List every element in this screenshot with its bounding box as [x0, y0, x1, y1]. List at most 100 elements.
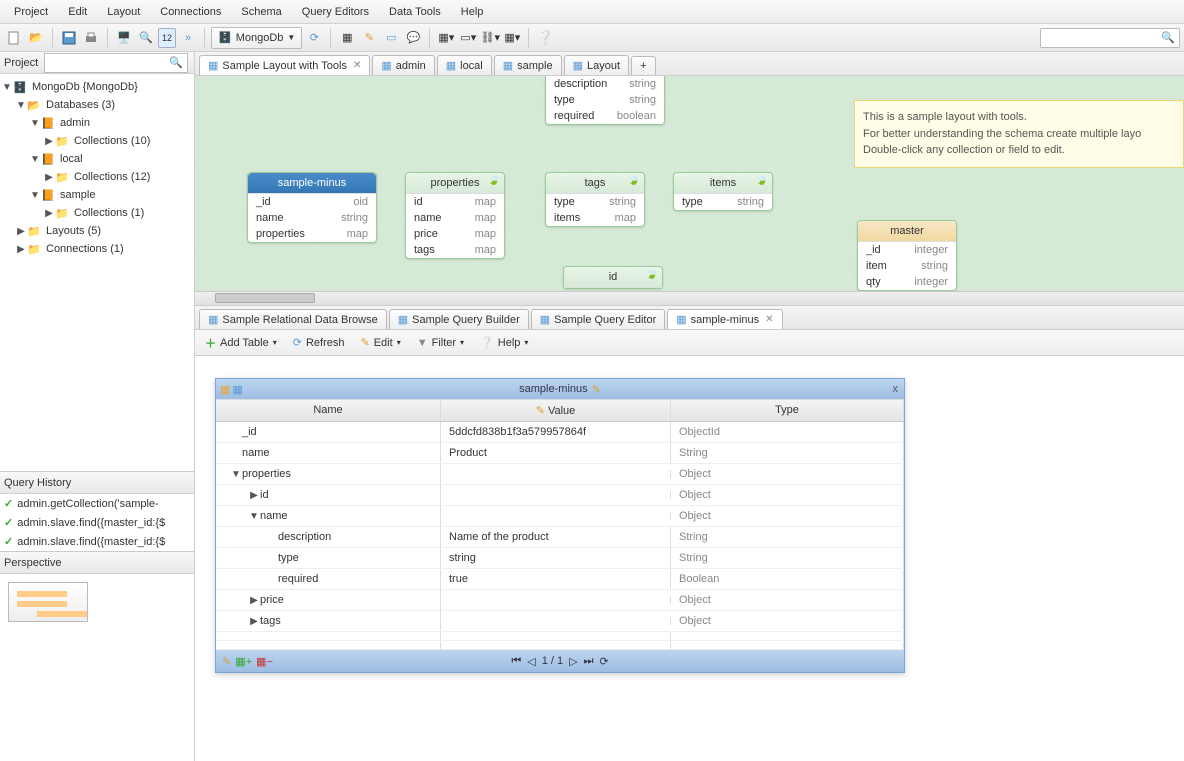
main-tab[interactable]: ▦admin: [372, 55, 434, 75]
col-header-name[interactable]: Name: [216, 400, 441, 421]
menu-query-editors[interactable]: Query Editors: [292, 2, 379, 22]
toolbar-search[interactable]: 🔍: [1040, 28, 1180, 48]
grid-row[interactable]: ▶ idObject: [216, 485, 904, 506]
grid-12-icon[interactable]: 12: [158, 28, 176, 48]
entity-field[interactable]: qtyinteger: [858, 274, 956, 290]
col-header-type[interactable]: Type: [671, 400, 904, 421]
grid-row[interactable]: nameProductString: [216, 443, 904, 464]
entity-field[interactable]: pricemap: [406, 226, 504, 242]
query-history-item[interactable]: ✓admin.getCollection('sample-: [0, 494, 194, 513]
tree-item[interactable]: ▶📁Layouts (5): [0, 222, 194, 240]
menu-project[interactable]: Project: [4, 2, 58, 22]
toolset3-icon[interactable]: ⛓▾: [480, 28, 500, 48]
toolset1-icon[interactable]: ▦▾: [436, 28, 456, 48]
grid-row[interactable]: descriptionName of the productString: [216, 527, 904, 548]
help-button[interactable]: ❔Help▾: [476, 334, 532, 351]
entity-master[interactable]: master _idintegeritemstringqtyinteger: [857, 220, 957, 291]
sql-icon[interactable]: ▭: [381, 28, 401, 48]
tree-item[interactable]: ▼📙admin: [0, 114, 194, 132]
monitor-icon[interactable]: 🖥️: [114, 28, 134, 48]
entity-field[interactable]: typestring: [546, 194, 644, 210]
tree-item[interactable]: ▼📂Databases (3): [0, 96, 194, 114]
menu-layout[interactable]: Layout: [97, 2, 150, 22]
pencil-icon[interactable]: ✎: [222, 655, 231, 668]
diagram-scrollbar[interactable]: [195, 291, 1184, 305]
new-icon[interactable]: [4, 28, 24, 48]
menu-data-tools[interactable]: Data Tools: [379, 2, 451, 22]
entity-field[interactable]: _idinteger: [858, 242, 956, 258]
editor-tab[interactable]: ▦Sample Query Editor: [531, 309, 666, 329]
help-icon[interactable]: ❔: [535, 28, 555, 48]
grid-row[interactable]: [216, 632, 904, 641]
editor-tab[interactable]: ▦Sample Relational Data Browse: [199, 309, 387, 329]
entity-field[interactable]: namestring: [248, 210, 376, 226]
add-table-button[interactable]: ＋Add Table▾: [201, 333, 281, 353]
tree-item[interactable]: ▼📙sample: [0, 186, 194, 204]
menu-help[interactable]: Help: [451, 2, 494, 22]
editor-tab[interactable]: ▦Sample Query Builder: [389, 309, 529, 329]
close-icon[interactable]: ✕: [353, 60, 361, 71]
add-row-icon[interactable]: ▦+: [235, 655, 252, 668]
entity-sample-minus[interactable]: sample-minus _idoidnamestringpropertiesm…: [247, 172, 377, 243]
grid-view-icon[interactable]: ▦: [232, 383, 242, 396]
toolset2-icon[interactable]: ▭▾: [458, 28, 478, 48]
entity-field[interactable]: requiredboolean: [546, 108, 664, 124]
remove-row-icon[interactable]: ▦−: [256, 655, 273, 668]
close-icon[interactable]: ✕: [765, 314, 773, 325]
refresh-icon[interactable]: ⟳: [599, 655, 608, 668]
grid-row[interactable]: requiredtrueBoolean: [216, 569, 904, 590]
query-history-item[interactable]: ✓admin.slave.find({master_id:{$: [0, 513, 194, 532]
project-filter[interactable]: 🔍: [44, 53, 188, 73]
toolset4-icon[interactable]: ▦▾: [502, 28, 522, 48]
query-history-item[interactable]: ✓admin.slave.find({master_id:{$: [0, 532, 194, 551]
tree-item[interactable]: ▼🗄️MongoDb {MongoDb}: [0, 78, 194, 96]
menu-connections[interactable]: Connections: [150, 2, 231, 22]
entity-id[interactable]: id🍃: [563, 266, 663, 289]
entity-properties[interactable]: properties🍃 idmapnamemappricemaptagsmap: [405, 172, 505, 259]
tree-item[interactable]: ▶📁Collections (10): [0, 132, 194, 150]
main-tab[interactable]: ▦sample: [494, 55, 562, 75]
entity-field[interactable]: descriptionstring: [546, 76, 664, 92]
pencil-icon[interactable]: ✎: [359, 28, 379, 48]
entity-field[interactable]: typestring: [674, 194, 772, 210]
entity-desc[interactable]: descriptionstringtypestringrequiredboole…: [545, 76, 665, 125]
entity-field[interactable]: _idoid: [248, 194, 376, 210]
nav-prev-icon[interactable]: ◁: [527, 655, 535, 668]
col-header-value[interactable]: ✎ Value: [441, 400, 671, 421]
new-tab-button[interactable]: +: [631, 56, 655, 75]
grid-row[interactable]: ▶ tagsObject: [216, 611, 904, 632]
chat-icon[interactable]: 💬: [403, 28, 423, 48]
filter-button[interactable]: ▼Filter▾: [413, 335, 468, 351]
entity-field[interactable]: namemap: [406, 210, 504, 226]
entity-tags[interactable]: tags🍃 typestringitemsmap: [545, 172, 645, 227]
grid-row[interactable]: _id5ddcfd838b1f3a579957864fObjectId: [216, 422, 904, 443]
form-view-icon[interactable]: ▦: [220, 383, 230, 396]
data-grid-titlebar[interactable]: ▦ ▦ sample-minus ✎ x: [216, 379, 904, 399]
save-icon[interactable]: [59, 28, 79, 48]
grid-row[interactable]: ▼ propertiesObject: [216, 464, 904, 485]
main-tab[interactable]: ▦local: [437, 55, 492, 75]
tree-item[interactable]: ▶📁Connections (1): [0, 240, 194, 258]
grid-row[interactable]: ▼ nameObject: [216, 506, 904, 527]
entity-field[interactable]: itemstring: [858, 258, 956, 274]
pencil-icon[interactable]: ✎: [592, 383, 601, 396]
entity-field[interactable]: idmap: [406, 194, 504, 210]
nav-last-icon[interactable]: ⏭: [584, 655, 594, 668]
nav-first-icon[interactable]: ⏮: [511, 655, 521, 668]
grid-row[interactable]: ▶ priceObject: [216, 590, 904, 611]
forward-icon[interactable]: »: [178, 28, 198, 48]
close-icon[interactable]: x: [893, 383, 899, 395]
main-tab[interactable]: ▦Sample Layout with Tools✕: [199, 55, 370, 75]
diagram-canvas[interactable]: descriptionstringtypestringrequiredboole…: [195, 76, 1184, 306]
entity-field[interactable]: propertiesmap: [248, 226, 376, 242]
refresh-button[interactable]: ⟳Refresh: [289, 334, 349, 351]
zoom-icon[interactable]: 🔍: [136, 28, 156, 48]
edit-button[interactable]: ✎Edit▾: [357, 334, 405, 351]
menu-schema[interactable]: Schema: [231, 2, 291, 22]
main-tab[interactable]: ▦Layout: [564, 55, 629, 75]
grid-row[interactable]: typestringString: [216, 548, 904, 569]
editor-tab[interactable]: ▦sample-minus✕: [667, 309, 782, 329]
open-icon[interactable]: 📂: [26, 28, 46, 48]
entity-field[interactable]: typestring: [546, 92, 664, 108]
grid-row[interactable]: [216, 641, 904, 650]
